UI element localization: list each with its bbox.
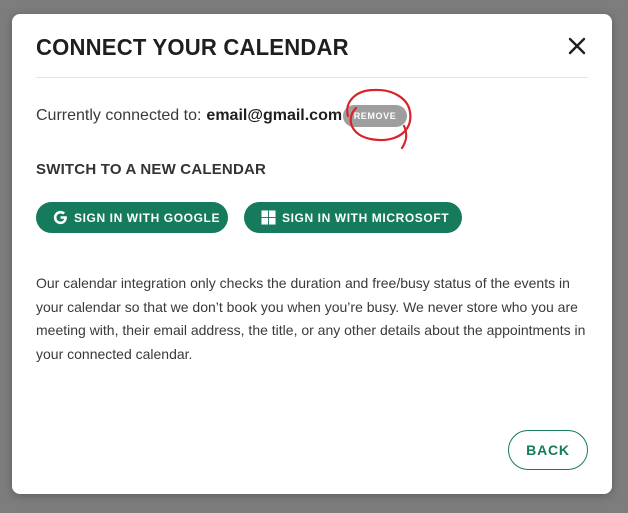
remove-button[interactable]: REMOVE bbox=[343, 105, 407, 127]
connected-account-row: Currently connected to: email@gmail.com bbox=[36, 104, 342, 128]
connected-email: email@gmail.com bbox=[206, 107, 343, 124]
connect-calendar-modal: CONNECT YOUR CALENDAR Currently connecte… bbox=[12, 14, 612, 494]
privacy-description: Our calendar integration only checks the… bbox=[36, 275, 586, 363]
windows-icon bbox=[260, 210, 276, 226]
close-icon bbox=[565, 34, 589, 58]
sign-in-google-label: SIGN IN WITH GOOGLE bbox=[74, 210, 221, 225]
switch-calendar-heading: SWITCH TO A NEW CALENDAR bbox=[36, 161, 267, 178]
google-icon bbox=[52, 210, 68, 226]
modal-title: CONNECT YOUR CALENDAR bbox=[36, 34, 349, 60]
close-button[interactable] bbox=[565, 34, 589, 58]
sign-in-microsoft-button[interactable]: SIGN IN WITH MICROSOFT bbox=[244, 202, 462, 233]
sign-in-google-button[interactable]: SIGN IN WITH GOOGLE bbox=[36, 202, 228, 233]
connected-label: Currently connected to: bbox=[36, 107, 202, 124]
sign-in-microsoft-label: SIGN IN WITH MICROSOFT bbox=[282, 210, 450, 225]
header-divider bbox=[36, 77, 588, 78]
back-button[interactable]: BACK bbox=[508, 430, 588, 470]
